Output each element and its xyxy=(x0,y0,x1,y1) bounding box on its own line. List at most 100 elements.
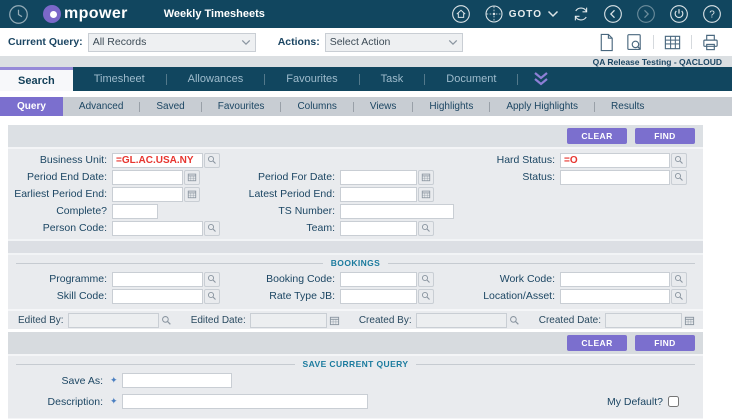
skill-code-input[interactable] xyxy=(112,289,203,304)
hard-status-input[interactable] xyxy=(560,153,670,168)
skill-code-lookup-button[interactable] xyxy=(204,289,220,304)
search-icon[interactable] xyxy=(509,315,520,326)
search-icon xyxy=(674,274,684,284)
search-icon xyxy=(421,274,431,284)
earliest-period-end-calendar-button[interactable] xyxy=(184,187,200,202)
app-name: mpower xyxy=(64,5,128,23)
goto-menu-button[interactable]: GOTO xyxy=(484,4,559,24)
status-lookup-button[interactable] xyxy=(671,170,687,185)
ts-number-input[interactable] xyxy=(340,204,454,219)
edited-date-input[interactable] xyxy=(250,313,327,328)
subtab-highlights[interactable]: Highlights xyxy=(413,97,489,116)
period-end-date-calendar-button[interactable] xyxy=(184,170,200,185)
current-query-select[interactable]: All Records xyxy=(88,33,256,52)
person-code-label: Person Code: xyxy=(8,222,112,234)
complete-input[interactable] xyxy=(112,204,158,219)
calendar-icon[interactable] xyxy=(684,315,695,326)
subtab-columns[interactable]: Columns xyxy=(281,97,352,116)
back-button[interactable] xyxy=(603,4,623,24)
page-title: Weekly Timesheets xyxy=(164,8,265,20)
rate-type-jb-lookup-button[interactable] xyxy=(418,289,434,304)
main-tab-bar: Search Timesheet Allowances Favourites T… xyxy=(0,67,732,91)
search-icon xyxy=(207,274,217,284)
find-button[interactable]: FIND xyxy=(635,128,695,144)
tab-favourites[interactable]: Favourites xyxy=(265,67,358,91)
subtab-query[interactable]: Query xyxy=(0,97,63,116)
help-button[interactable] xyxy=(702,4,722,24)
save-as-input[interactable] xyxy=(122,373,232,388)
person-code-lookup-button[interactable] xyxy=(204,221,220,236)
subtab-advanced[interactable]: Advanced xyxy=(63,97,139,116)
actions-select[interactable]: Select Action xyxy=(325,33,463,52)
tab-document[interactable]: Document xyxy=(425,67,517,91)
more-tabs-double-chevron-icon[interactable] xyxy=(532,71,550,87)
calendar-icon[interactable] xyxy=(329,315,340,326)
required-marker: ✦ xyxy=(110,375,118,386)
subtab-saved[interactable]: Saved xyxy=(140,97,200,116)
edited-date-label: Edited Date: xyxy=(191,315,250,326)
search-icon[interactable] xyxy=(161,315,172,326)
team-lookup-button[interactable] xyxy=(418,221,434,236)
period-for-date-calendar-button[interactable] xyxy=(418,170,434,185)
clock-icon[interactable] xyxy=(8,4,29,25)
business-unit-lookup-button[interactable] xyxy=(204,153,220,168)
location-asset-input[interactable] xyxy=(560,289,670,304)
search-icon xyxy=(421,291,431,301)
tab-search[interactable]: Search xyxy=(0,67,73,91)
created-by-input[interactable] xyxy=(416,313,507,328)
subtab-views[interactable]: Views xyxy=(354,97,413,116)
logout-power-button[interactable] xyxy=(669,4,689,24)
team-input[interactable] xyxy=(340,221,417,236)
tab-timesheet[interactable]: Timesheet xyxy=(73,67,166,91)
mpower-logo: mpower xyxy=(43,5,128,23)
refresh-button[interactable] xyxy=(572,5,590,23)
booking-code-input[interactable] xyxy=(340,272,417,287)
export-grid-button[interactable] xyxy=(663,33,682,52)
clear-button[interactable]: CLEAR xyxy=(567,335,627,351)
tab-allowances[interactable]: Allowances xyxy=(167,67,265,91)
new-document-button[interactable] xyxy=(597,33,616,52)
audit-row: Edited By: Edited Date: Created By: Crea… xyxy=(8,309,703,329)
booking-code-lookup-button[interactable] xyxy=(418,272,434,287)
save-as-label: Save As: xyxy=(8,375,108,387)
latest-period-end-input[interactable] xyxy=(340,187,417,202)
programme-input[interactable] xyxy=(112,272,203,287)
toolbar-divider xyxy=(691,35,692,49)
subtab-apply-highlights[interactable]: Apply Highlights xyxy=(490,97,594,116)
period-for-date-input[interactable] xyxy=(340,170,417,185)
work-code-lookup-button[interactable] xyxy=(671,272,687,287)
work-code-label: Work Code: xyxy=(458,273,560,285)
latest-period-end-calendar-button[interactable] xyxy=(418,187,434,202)
person-code-input[interactable] xyxy=(112,221,203,236)
location-asset-lookup-button[interactable] xyxy=(671,289,687,304)
description-input[interactable] xyxy=(122,394,368,409)
search-icon xyxy=(674,291,684,301)
preview-search-button[interactable] xyxy=(625,33,644,52)
edited-by-input[interactable] xyxy=(68,313,159,328)
programme-lookup-button[interactable] xyxy=(204,272,220,287)
created-date-input[interactable] xyxy=(605,313,682,328)
work-code-input[interactable] xyxy=(560,272,670,287)
find-button[interactable]: FIND xyxy=(635,335,695,351)
sub-tab-bar: Query Advanced Saved Favourites Columns … xyxy=(0,97,732,116)
clear-button[interactable]: CLEAR xyxy=(567,128,627,144)
query-toolbar: Current Query: All Records Actions: Sele… xyxy=(0,28,732,56)
business-unit-input[interactable] xyxy=(112,153,203,168)
hard-status-lookup-button[interactable] xyxy=(671,153,687,168)
home-button[interactable] xyxy=(451,4,471,24)
forward-button[interactable] xyxy=(636,4,656,24)
subtab-favourites[interactable]: Favourites xyxy=(202,97,281,116)
search-icon xyxy=(207,155,217,165)
status-input[interactable] xyxy=(560,170,670,185)
my-default-checkbox[interactable] xyxy=(668,396,679,407)
calendar-icon xyxy=(421,172,431,182)
subtab-results[interactable]: Results xyxy=(595,97,660,116)
rate-type-jb-input[interactable] xyxy=(340,289,417,304)
period-end-date-input[interactable] xyxy=(112,170,183,185)
print-button[interactable] xyxy=(701,33,720,52)
team-label: Team: xyxy=(238,222,340,234)
section-divider xyxy=(8,239,703,255)
latest-period-end-label: Latest Period End: xyxy=(238,188,340,200)
tab-task[interactable]: Task xyxy=(360,67,425,91)
earliest-period-end-input[interactable] xyxy=(112,187,183,202)
